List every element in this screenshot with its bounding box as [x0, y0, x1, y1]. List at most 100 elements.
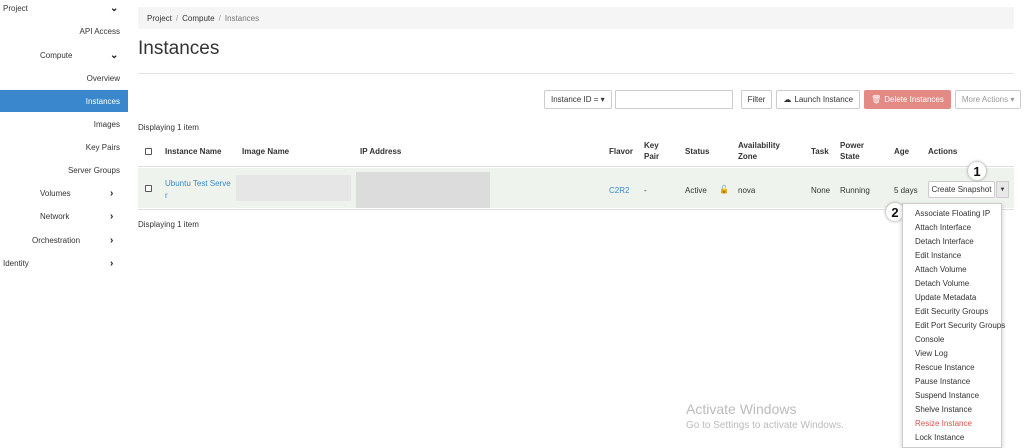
- cloud-upload-icon: ☁: [783, 95, 792, 104]
- launch-instance-button[interactable]: ☁ Launch Instance: [776, 90, 861, 109]
- breadcrumb-separator: /: [175, 13, 179, 23]
- menu-item-associate-floating-ip[interactable]: Associate Floating IP: [915, 209, 990, 218]
- key-pair-value: -: [644, 186, 647, 195]
- sidebar-item-project[interactable]: Project ⌄: [0, 0, 128, 19]
- breadcrumb-separator: /: [218, 13, 221, 23]
- select-all-checkbox[interactable]: [145, 148, 152, 157]
- menu-item-detach-interface[interactable]: Detach Interface: [915, 237, 974, 246]
- menu-item-view-log[interactable]: View Log: [915, 349, 948, 358]
- filter-button[interactable]: Filter: [740, 90, 773, 109]
- delete-instances-button[interactable]: 🗑 Delete Instances: [864, 90, 951, 109]
- power-state-value: Running: [840, 186, 870, 195]
- sidebar-item-api-access[interactable]: API Access: [0, 20, 128, 42]
- menu-item-attach-volume[interactable]: Attach Volume: [915, 265, 967, 274]
- sidebar-item-label: Volumes: [40, 188, 71, 198]
- menu-item-console[interactable]: Console: [915, 335, 944, 344]
- image-name-redacted: [236, 175, 351, 201]
- col-task[interactable]: Task: [811, 147, 829, 156]
- col-availability-zone[interactable]: Availability Zone: [738, 140, 794, 162]
- table-toolbar: Instance ID = ▾ Filter ☁ Launch Instance…: [544, 90, 1022, 109]
- filter-field-select[interactable]: Instance ID = ▾: [544, 90, 612, 109]
- sidebar-item-label: Images: [93, 119, 120, 129]
- ip-address-redacted: [356, 172, 490, 208]
- sidebar-item-identity[interactable]: Identity ›: [0, 252, 128, 274]
- sidebar-item-overview[interactable]: Overview: [0, 67, 128, 89]
- menu-item-detach-volume[interactable]: Detach Volume: [915, 279, 969, 288]
- col-key-pair[interactable]: Key Pair: [644, 140, 668, 162]
- sidebar-item-label: Identity: [3, 258, 29, 268]
- menu-item-edit-security-groups[interactable]: Edit Security Groups: [915, 307, 988, 316]
- more-actions-button[interactable]: More Actions ▾: [954, 90, 1022, 109]
- menu-item-pause-instance[interactable]: Pause Instance: [915, 377, 970, 386]
- sidebar: Project ⌄ API Access Compute ⌄ Overview …: [0, 0, 128, 448]
- col-ip-address[interactable]: IP Address: [360, 147, 401, 156]
- filter-input[interactable]: [614, 90, 733, 109]
- breadcrumb-compute[interactable]: Compute: [182, 14, 214, 23]
- col-instance-name[interactable]: Instance Name: [165, 147, 221, 156]
- actions-dropdown-toggle[interactable]: ▼: [996, 181, 1009, 198]
- col-flavor[interactable]: Flavor: [609, 147, 633, 156]
- sidebar-item-compute[interactable]: Compute ⌄: [0, 44, 128, 66]
- delete-instances-label: Delete Instances: [884, 95, 944, 104]
- sidebar-item-label: Server Groups: [67, 165, 120, 175]
- sidebar-item-label: Compute: [40, 50, 73, 60]
- menu-item-suspend-instance[interactable]: Suspend Instance: [915, 391, 979, 400]
- step-badge-1: 1: [968, 162, 986, 180]
- age-value: 5 days: [894, 186, 918, 195]
- col-age[interactable]: Age: [894, 147, 909, 156]
- breadcrumb-project[interactable]: Project: [147, 14, 172, 23]
- page-title: Instances: [138, 38, 220, 59]
- availability-zone-value: nova: [738, 186, 756, 195]
- breadcrumb-current: Instances: [224, 13, 260, 23]
- chevron-right-icon: ›: [110, 234, 114, 246]
- col-status[interactable]: Status: [685, 147, 709, 156]
- table-header-divider: [138, 166, 1014, 167]
- sidebar-item-label: Key Pairs: [85, 142, 120, 152]
- chevron-right-icon: ›: [110, 257, 114, 269]
- chevron-down-icon: ⌄: [110, 49, 119, 61]
- windows-activation-watermark-sub: Go to Settings to activate Windows.: [686, 420, 844, 431]
- instance-name-link-wrap[interactable]: r: [165, 191, 168, 200]
- menu-item-shelve-instance[interactable]: Shelve Instance: [915, 405, 972, 414]
- menu-item-rescue-instance[interactable]: Rescue Instance: [915, 363, 975, 372]
- trash-icon: 🗑: [871, 95, 882, 104]
- sidebar-item-label: Instances: [85, 96, 120, 106]
- sidebar-item-server-groups[interactable]: Server Groups: [0, 159, 128, 181]
- col-image-name[interactable]: Image Name: [242, 147, 289, 156]
- menu-item-update-metadata[interactable]: Update Metadata: [915, 293, 976, 302]
- sidebar-item-label: API Access: [79, 26, 120, 36]
- sidebar-item-label: Overview: [86, 73, 120, 83]
- menu-item-attach-interface[interactable]: Attach Interface: [915, 223, 971, 232]
- menu-item-resize-instance[interactable]: Resize Instance: [915, 419, 972, 428]
- divider: [138, 73, 1014, 74]
- sidebar-item-label: Project: [3, 3, 28, 13]
- breadcrumb: Project / Compute / Instances: [138, 7, 1014, 29]
- menu-item-lock-instance[interactable]: Lock Instance: [915, 433, 964, 442]
- sidebar-item-label: Orchestration: [32, 235, 81, 245]
- chevron-right-icon: ›: [110, 210, 114, 222]
- sidebar-item-images[interactable]: Images: [0, 113, 128, 135]
- main-content: Project / Compute / Instances Instances …: [128, 0, 1024, 448]
- sidebar-item-network[interactable]: Network ›: [0, 205, 128, 227]
- chevron-down-icon: ⌄: [110, 2, 119, 14]
- sidebar-item-volumes[interactable]: Volumes ›: [0, 182, 128, 204]
- caret-down-icon: ▼: [999, 186, 1006, 193]
- instance-name-link[interactable]: Ubuntu Test Serve: [165, 179, 231, 188]
- windows-activation-watermark: Activate Windows: [686, 401, 797, 417]
- menu-item-edit-port-security-groups[interactable]: Edit Port Security Groups: [915, 321, 1005, 330]
- row-divider: [138, 209, 1014, 210]
- item-count-footer: Displaying 1 item: [138, 220, 199, 229]
- sidebar-item-key-pairs[interactable]: Key Pairs: [0, 136, 128, 158]
- status-value: Active: [685, 186, 707, 195]
- menu-item-edit-instance[interactable]: Edit Instance: [915, 251, 961, 260]
- chevron-right-icon: ›: [110, 187, 114, 199]
- sidebar-item-orchestration[interactable]: Orchestration ›: [0, 229, 128, 251]
- col-actions: Actions: [928, 147, 958, 156]
- unlock-icon: 🔓: [719, 185, 729, 194]
- item-count: Displaying 1 item: [138, 123, 199, 132]
- col-power-state[interactable]: Power State: [840, 140, 874, 162]
- row-checkbox[interactable]: [145, 185, 152, 194]
- sidebar-item-instances[interactable]: Instances: [0, 90, 128, 112]
- create-snapshot-button[interactable]: Create Snapshot: [928, 181, 995, 198]
- flavor-link[interactable]: C2R2: [609, 186, 629, 195]
